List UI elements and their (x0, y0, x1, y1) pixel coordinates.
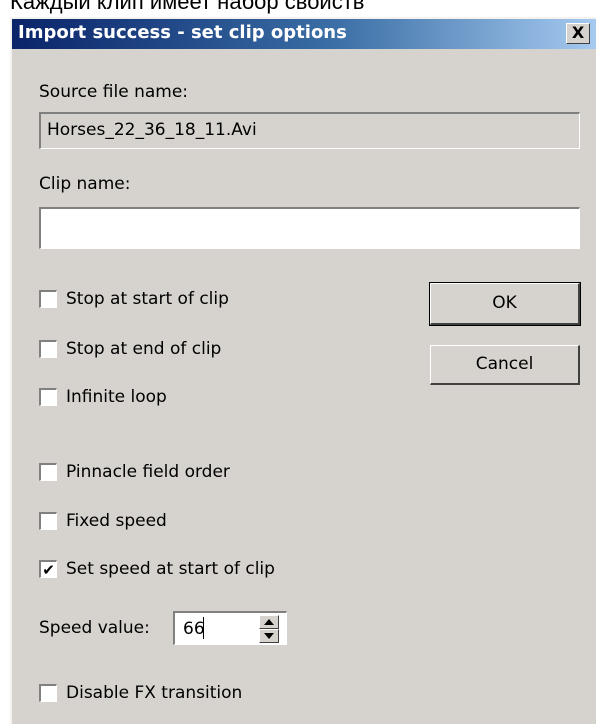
text-caret (203, 617, 204, 639)
title-bar[interactable]: Import success - set clip options X (12, 19, 596, 49)
cancel-button[interactable]: Cancel (430, 345, 580, 385)
option-label: Pinnacle field order (66, 462, 230, 482)
clip-name-input[interactable] (39, 207, 580, 249)
clip-name-label: Clip name: (39, 174, 131, 194)
close-icon: X (571, 23, 585, 42)
dialog-title: Import success - set clip options (18, 22, 347, 43)
option-label: Stop at start of clip (66, 289, 229, 309)
option-disable-fx-transition[interactable]: Disable FX transition (39, 681, 242, 705)
source-file-field: Horses_22_36_18_11.Avi (39, 112, 580, 149)
checkbox[interactable] (39, 463, 57, 481)
check-mark-icon: ✔ (42, 560, 55, 579)
spin-down-button[interactable] (259, 629, 279, 643)
spin-up-button[interactable] (259, 615, 279, 629)
checkbox[interactable] (39, 388, 57, 406)
arrow-down-icon (264, 633, 274, 639)
source-file-label: Source file name: (39, 82, 189, 102)
option-label: Set speed at start of clip (66, 559, 275, 579)
option-fixed-speed[interactable]: Fixed speed (39, 509, 167, 533)
option-label: Fixed speed (66, 511, 167, 531)
checkbox[interactable] (39, 290, 57, 308)
arrow-up-icon (264, 619, 274, 625)
option-pinnacle-field-order[interactable]: Pinnacle field order (39, 460, 230, 484)
speed-value-spinner[interactable]: 66 (173, 611, 287, 645)
clip-options-dialog: Import success - set clip options X Sour… (10, 17, 596, 724)
checkbox[interactable] (39, 512, 57, 530)
option-label: Disable FX transition (66, 683, 243, 703)
option-label: Stop at end of clip (66, 339, 222, 359)
speed-value-label: Speed value: (39, 618, 150, 638)
source-file-value: Horses_22_36_18_11.Avi (47, 120, 257, 140)
option-label: Infinite loop (66, 387, 167, 407)
close-button[interactable]: X (566, 23, 590, 44)
option-stop-at-end[interactable]: Stop at end of clip (39, 337, 221, 361)
option-set-speed-at-start[interactable]: ✔ Set speed at start of clip (39, 557, 275, 581)
checkbox[interactable] (39, 340, 57, 358)
checkbox[interactable] (39, 684, 57, 702)
background-caption: Каждый клип имеет набор свойств (10, 0, 365, 14)
checkbox-checked[interactable]: ✔ (39, 560, 57, 578)
option-infinite-loop[interactable]: Infinite loop (39, 385, 167, 409)
option-stop-at-start[interactable]: Stop at start of clip (39, 287, 229, 311)
ok-button[interactable]: OK (429, 282, 581, 326)
speed-value-input[interactable]: 66 (183, 619, 205, 639)
